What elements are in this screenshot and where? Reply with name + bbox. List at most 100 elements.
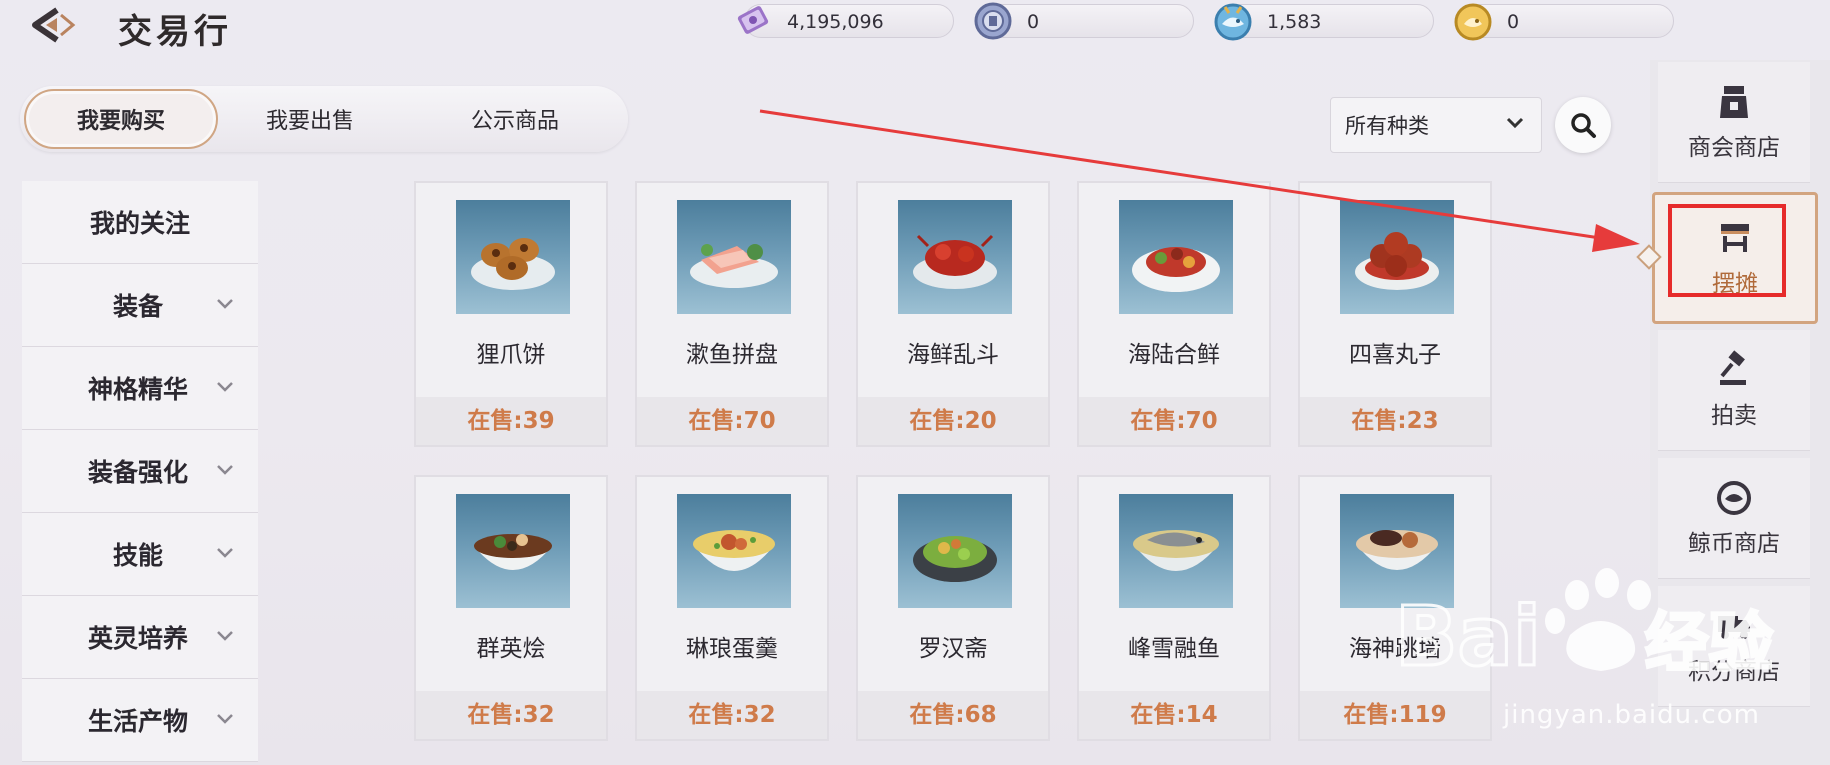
item-card[interactable]: 峰雪融鱼 在售:14: [1077, 475, 1271, 741]
menu-item-favorites[interactable]: 我的关注: [22, 181, 258, 264]
sidebar-item-whale-shop[interactable]: 鲸币商店: [1658, 458, 1810, 579]
item-thumbnail: [898, 494, 1012, 608]
item-name: 海神跳墙: [1349, 636, 1441, 662]
item-thumbnail: [1119, 200, 1233, 314]
food-dish-icon: [693, 530, 775, 571]
currency-value: 0: [1507, 11, 1520, 33]
currency-gold: 0: [1454, 3, 1674, 41]
currency-value: 4,195,096: [787, 11, 884, 33]
gavel-icon: [1720, 350, 1746, 385]
item-stock: 在售:68: [858, 691, 1048, 739]
item-card[interactable]: 海神跳墙 在售:119: [1298, 475, 1492, 741]
tab-public-listing[interactable]: 公示商品: [440, 86, 590, 152]
tab-buy[interactable]: 我要购买: [24, 86, 218, 152]
item-card[interactable]: 四喜丸子 在售:23: [1298, 181, 1492, 447]
chevron-down-icon: [1506, 117, 1524, 129]
menu-item-life-products[interactable]: 生活产物: [22, 679, 258, 762]
chevron-down-icon: [217, 631, 233, 641]
sidebar-item-stall[interactable]: 摆摊: [1652, 192, 1818, 324]
food-dish-icon: [1132, 247, 1220, 292]
food-dish-icon: [1356, 530, 1438, 570]
coin-token-icon: [974, 2, 1012, 40]
sidebar-item-label: 商会商店: [1688, 135, 1780, 161]
menu-item-hero-training[interactable]: 英灵培养: [22, 596, 258, 679]
sidebar-item-points-shop[interactable]: 积分商店: [1658, 586, 1810, 707]
currency-whale: 1,583: [1214, 3, 1434, 41]
item-name: 罗汉斋: [918, 636, 988, 662]
search-icon: [1571, 113, 1596, 138]
menu-item-skills[interactable]: 技能: [22, 513, 258, 596]
chevron-down-icon: [217, 714, 233, 724]
food-dish-icon: [690, 244, 778, 288]
item-card[interactable]: 琳琅蛋羹 在售:32: [635, 475, 829, 741]
sidebar-item-label: 摆摊: [1712, 271, 1758, 297]
back-arrow-icon: [32, 7, 76, 43]
whale-coin-icon: [1717, 481, 1751, 515]
item-stock: 在售:32: [637, 691, 827, 739]
item-thumbnail: [1119, 494, 1233, 608]
tab-label: 我要购买: [76, 109, 165, 134]
truck-icon: [1718, 616, 1750, 639]
item-name: 四喜丸子: [1349, 342, 1441, 368]
menu-item-enhance[interactable]: 装备强化: [22, 430, 258, 513]
item-card[interactable]: 漱鱼拼盘 在售:70: [635, 181, 829, 447]
menu-item-label: 神格精华: [87, 375, 188, 404]
menu-item-divine-essence[interactable]: 神格精华: [22, 347, 258, 430]
item-name: 海陆合鲜: [1128, 342, 1220, 368]
item-thumbnail: [898, 200, 1012, 314]
currency-value: 1,583: [1267, 11, 1322, 33]
item-thumbnail: [1340, 494, 1454, 608]
item-name: 海鲜乱斗: [907, 342, 999, 368]
currency-value: 0: [1027, 11, 1040, 33]
food-dish-icon: [474, 534, 552, 570]
tab-sell[interactable]: 我要出售: [245, 86, 375, 152]
currency-token: 0: [974, 2, 1194, 40]
category-selected: 所有种类: [1345, 114, 1429, 138]
gold-coin-icon: [1454, 3, 1492, 41]
item-name: 漱鱼拼盘: [686, 342, 778, 368]
trade-tabs: 我要购买 我要出售 公示商品: [20, 86, 628, 152]
item-card[interactable]: 狸爪饼 在售:39: [414, 181, 608, 447]
menu-item-label: 装备强化: [87, 458, 188, 487]
sidebar-item-label: 拍卖: [1711, 403, 1757, 429]
item-thumbnail: [456, 494, 570, 608]
sidebar-item-label: 鲸币商店: [1688, 531, 1780, 557]
chevron-down-icon: [217, 465, 233, 475]
search-button[interactable]: [1555, 97, 1611, 153]
sidebar-item-merchant-shop[interactable]: 商会商店: [1658, 62, 1810, 183]
crystal-ticket-icon: [737, 6, 769, 34]
item-stock: 在售:23: [1300, 397, 1490, 445]
item-card[interactable]: 海鲜乱斗 在售:20: [856, 181, 1050, 447]
category-dropdown[interactable]: 所有种类: [1330, 97, 1542, 153]
currency-crystal: 4,195,096: [737, 4, 954, 38]
whale-coin-icon: [1214, 3, 1252, 41]
item-stock: 在售:32: [416, 691, 606, 739]
food-dish-icon: [1133, 530, 1219, 571]
menu-item-equipment[interactable]: 装备: [22, 264, 258, 347]
item-name: 峰雪融鱼: [1128, 636, 1220, 662]
item-thumbnail: [677, 494, 791, 608]
category-menu: 我的关注 装备 神格精华 装备强化 技能 英灵培养 生活产物: [22, 181, 258, 762]
menu-item-label: 技能: [112, 541, 163, 570]
item-thumbnail: [456, 200, 570, 314]
food-dish-icon: [913, 234, 997, 289]
shop-sidebar: 商会商店 摆摊 拍卖 鲸币商店 积分商店: [1650, 60, 1830, 765]
item-stock: 在售:14: [1079, 691, 1269, 739]
stall-icon: [1721, 224, 1749, 252]
back-button[interactable]: [24, 6, 82, 44]
menu-item-label: 生活产物: [87, 707, 188, 736]
item-card[interactable]: 海陆合鲜 在售:70: [1077, 181, 1271, 447]
chevron-down-icon: [217, 299, 233, 309]
item-name: 群英烩: [476, 636, 546, 662]
food-dish-icon: [1355, 232, 1439, 290]
item-thumbnail: [1340, 200, 1454, 314]
item-card[interactable]: 群英烩 在售:32: [414, 475, 608, 741]
food-dish-icon: [471, 238, 555, 290]
tab-label: 公示商品: [470, 109, 559, 134]
sidebar-item-auction[interactable]: 拍卖: [1658, 330, 1810, 451]
top-header: 交易行 4,195,096 0 1,583 0: [0, 0, 1674, 52]
item-name: 琳琅蛋羹: [686, 636, 778, 662]
item-card[interactable]: 罗汉斋 在售:68: [856, 475, 1050, 741]
page-title: 交易行: [118, 12, 232, 52]
menu-item-label: 装备: [112, 292, 163, 321]
